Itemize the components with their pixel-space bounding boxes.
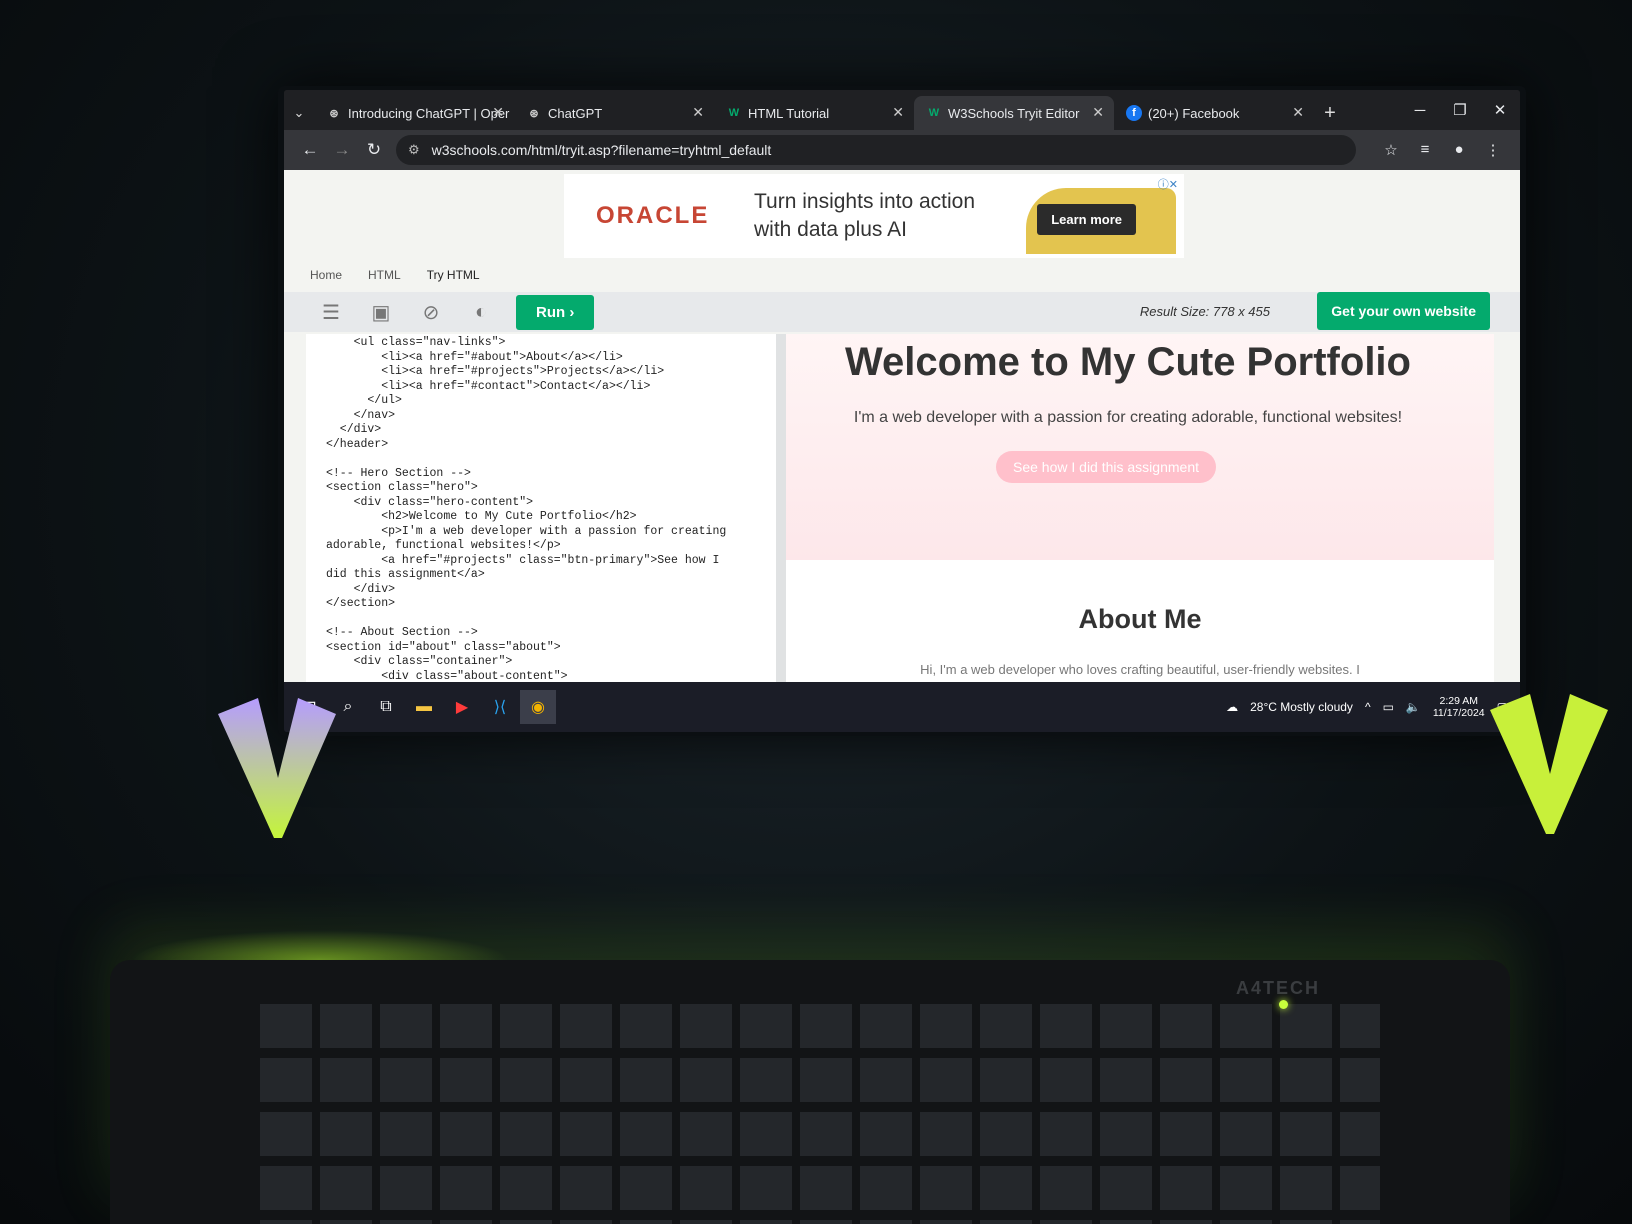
openai-icon: ⊛ — [329, 107, 339, 120]
forward-icon[interactable]: → — [326, 140, 358, 160]
tab-title: Introducing ChatGPT | Oper — [348, 105, 510, 121]
profile-icon[interactable]: ● — [1442, 141, 1476, 159]
back-icon[interactable]: ← — [294, 140, 326, 160]
reload-icon[interactable]: ↻ — [358, 140, 390, 160]
tab-facebook[interactable]: f (20+) Facebook ✕ — [1114, 96, 1314, 130]
restore-icon[interactable]: ❐ — [1440, 90, 1480, 130]
close-icon[interactable]: ✕ — [1292, 104, 1304, 121]
run-button[interactable]: Run › — [516, 294, 595, 330]
about-text: Hi, I'm a web developer who loves crafti… — [920, 662, 1360, 677]
facebook-icon: f — [1126, 105, 1142, 121]
tab-introducing-chatgpt[interactable]: ⊛ Introducing ChatGPT | Oper ✕ — [314, 96, 514, 130]
chrome-icon[interactable]: ◉ — [520, 690, 556, 724]
weather-text[interactable]: 28°C Mostly cloudy — [1250, 700, 1353, 714]
run-label: Run — [536, 303, 566, 321]
speaker-left — [218, 698, 336, 838]
network-icon[interactable]: ▭ — [1383, 700, 1394, 714]
keyboard-keys — [260, 994, 1380, 1224]
w3schools-icon: W — [928, 107, 940, 119]
breadcrumb-try-html[interactable]: Try HTML — [427, 268, 480, 282]
ad-headline: Turn insights into action with data plus… — [754, 190, 976, 241]
url-text: w3schools.com/html/tryit.asp?filename=tr… — [431, 142, 772, 158]
reading-list-icon[interactable]: ≡ — [1408, 141, 1442, 159]
window-controls: ─ ❐ ✕ — [1400, 90, 1520, 130]
oracle-logo: ORACLE — [596, 202, 710, 229]
tab-title: HTML Tutorial — [748, 105, 830, 121]
close-window-icon[interactable]: ✕ — [1480, 90, 1520, 130]
task-view-icon[interactable]: ⧉ — [368, 690, 404, 724]
tab-html-tutorial[interactable]: W HTML Tutorial ✕ — [714, 96, 914, 130]
code-text: <ul class="nav-links"> <li><a href="#abo… — [326, 336, 727, 682]
result-size: Result Size: 778 x 455 — [1139, 304, 1270, 319]
address-bar[interactable]: ⚙ w3schools.com/html/tryit.asp?filename=… — [396, 135, 1356, 165]
openai-icon: ⊛ — [529, 107, 539, 120]
bookmark-star-icon[interactable]: ☆ — [1374, 141, 1408, 159]
more-menu-icon[interactable]: ⋮ — [1476, 141, 1510, 159]
tab-chatgpt[interactable]: ⊛ ChatGPT ✕ — [514, 96, 714, 130]
hero-title: Welcome to My Cute Portfolio — [845, 340, 1411, 384]
monitor: ⌄ ⊛ Introducing ChatGPT | Oper ✕ ⊛ ChatG… — [278, 86, 1526, 736]
tab-title: W3Schools Tryit Editor — [948, 105, 1080, 121]
tryit-page: ORACLE Turn insights into action with da… — [284, 170, 1520, 682]
about-title: About Me — [1078, 604, 1202, 634]
clock-time: 2:29 AM — [1439, 695, 1479, 707]
orientation-icon[interactable]: ⊘ — [406, 300, 456, 325]
system-tray: ☁ 28°C Mostly cloudy ^ ▭ 🔈 2:29 AM 11/17… — [1226, 695, 1520, 719]
code-editor[interactable]: <ul class="nav-links"> <li><a href="#abo… — [306, 334, 776, 682]
learn-more-button[interactable]: Learn more — [1037, 204, 1136, 235]
oracle-ad[interactable]: ORACLE Turn insights into action with da… — [564, 174, 1184, 258]
tab-title: ChatGPT — [548, 105, 603, 121]
menu-icon[interactable]: ☰ — [306, 300, 356, 325]
tab-title: (20+) Facebook — [1148, 105, 1240, 121]
save-icon[interactable]: ▣ — [356, 300, 406, 325]
minimize-icon[interactable]: ─ — [1400, 90, 1440, 130]
keyboard-led — [1279, 1000, 1288, 1009]
tab-w3schools-tryit[interactable]: W W3Schools Tryit Editor ✕ — [914, 96, 1114, 130]
youtube-icon[interactable]: ▶ — [444, 690, 480, 724]
taskbar: ⊞ ⌕ ⧉ ▬ ▶ ⟩⟨ ◉ ☁ 28°C Mostly cloudy ^ ▭ … — [284, 682, 1520, 732]
weather-icon[interactable]: ☁ — [1226, 700, 1238, 714]
breadcrumb-html[interactable]: HTML — [368, 268, 401, 282]
hero-section: Welcome to My Cute Portfolio I'm a web d… — [786, 334, 1494, 560]
toolbar-right: ☆ ≡ ● ⋮ — [1374, 141, 1510, 159]
tab-search-icon[interactable]: ⌄ — [284, 96, 314, 130]
close-icon[interactable]: ✕ — [1092, 104, 1104, 121]
keyboard: A4TECH — [110, 960, 1510, 1224]
clock[interactable]: 2:29 AM 11/17/2024 — [1433, 695, 1485, 719]
result-frame: Welcome to My Cute Portfolio I'm a web d… — [786, 334, 1494, 682]
hero-text: I'm a web developer with a passion for c… — [853, 409, 1403, 426]
theme-toggle-icon[interactable]: ◐ — [456, 301, 506, 324]
volume-icon[interactable]: 🔈 — [1406, 700, 1421, 714]
screen: ⌄ ⊛ Introducing ChatGPT | Oper ✕ ⊛ ChatG… — [284, 90, 1520, 732]
ad-close-icon[interactable]: ⓘ✕ — [1158, 176, 1178, 192]
pane-divider[interactable] — [776, 334, 786, 682]
new-tab-button[interactable]: + — [1314, 96, 1346, 130]
site-info-icon[interactable]: ⚙ — [408, 142, 420, 158]
get-your-own-website-button[interactable]: Get your own website — [1317, 292, 1490, 330]
speaker-right — [1490, 694, 1608, 834]
clock-date: 11/17/2024 — [1432, 707, 1485, 719]
breadcrumb-home[interactable]: Home — [310, 268, 342, 282]
breadcrumb: Home HTML Try HTML — [310, 268, 480, 282]
close-icon[interactable]: ✕ — [492, 104, 504, 121]
close-icon[interactable]: ✕ — [692, 104, 704, 121]
vscode-icon[interactable]: ⟩⟨ — [482, 690, 518, 724]
tab-strip: ⌄ ⊛ Introducing ChatGPT | Oper ✕ ⊛ ChatG… — [284, 90, 1520, 130]
hero-button[interactable]: See how I did this assignment — [996, 451, 1216, 483]
close-icon[interactable]: ✕ — [892, 104, 904, 121]
file-explorer-icon[interactable]: ▬ — [406, 690, 442, 724]
w3schools-icon: W — [728, 107, 740, 119]
keyboard-brand: A4TECH — [1235, 978, 1320, 998]
tray-overflow-icon[interactable]: ^ — [1365, 700, 1371, 714]
browser-toolbar: ← → ↻ ⚙ w3schools.com/html/tryit.asp?fil… — [284, 130, 1520, 170]
